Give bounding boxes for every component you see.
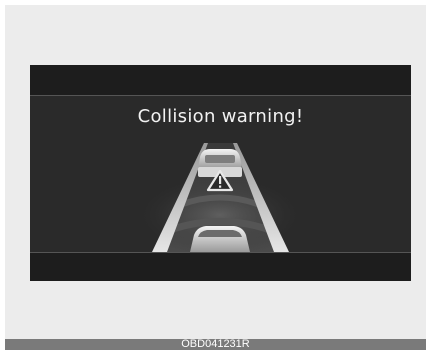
display-bottom-band — [30, 252, 411, 281]
figure-code-label: OBD041231R — [5, 339, 426, 350]
cluster-display: Collision warning! — [30, 65, 411, 281]
collision-warning-message: Collision warning! — [137, 106, 304, 127]
collision-scene — [135, 143, 305, 255]
own-vehicle-icon — [190, 226, 250, 252]
